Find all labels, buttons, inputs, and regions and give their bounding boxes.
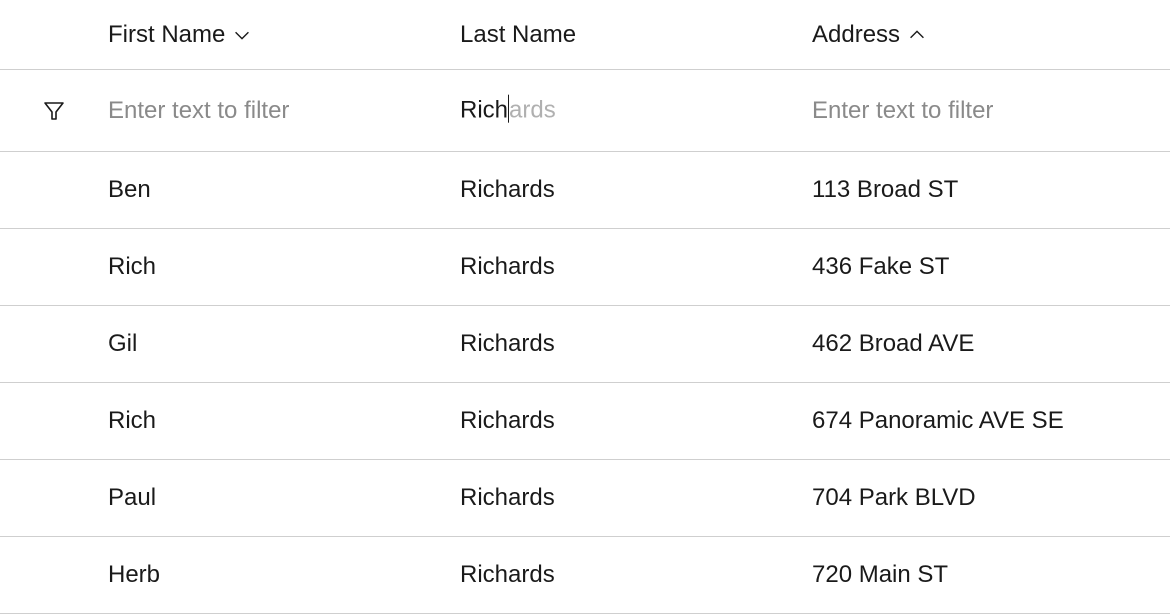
column-header-label: First Name	[108, 21, 225, 49]
column-header-last-name[interactable]: Last Name	[460, 21, 812, 49]
cell-last-name: Richards	[460, 330, 812, 358]
cell-first-name: Paul	[108, 484, 460, 512]
cell-last-name: Richards	[460, 561, 812, 589]
cell-address: 436 Fake ST	[812, 253, 1170, 281]
cell-address: 674 Panoramic AVE SE	[812, 407, 1170, 435]
table-row[interactable]: PaulRichards704 Park BLVD	[0, 460, 1170, 537]
column-header-first-name[interactable]: First Name	[108, 21, 460, 49]
table-row[interactable]: RichRichards674 Panoramic AVE SE	[0, 383, 1170, 460]
cell-last-name: Richards	[460, 176, 812, 204]
column-header-label: Address	[812, 21, 900, 49]
rows-container: BenRichards113 Broad STRichRichards436 F…	[0, 152, 1170, 614]
cell-first-name: Ben	[108, 176, 460, 204]
cell-first-name: Herb	[108, 561, 460, 589]
filter-cell-address	[812, 97, 1170, 125]
cell-address: 462 Broad AVE	[812, 330, 1170, 358]
filter-row: Richards	[0, 70, 1170, 152]
table-row[interactable]: GilRichards462 Broad AVE	[0, 306, 1170, 383]
column-header-address[interactable]: Address	[812, 21, 1170, 49]
filter-icon[interactable]	[0, 99, 108, 123]
cell-first-name: Rich	[108, 253, 460, 281]
data-grid: First Name Last Name Address	[0, 0, 1170, 614]
table-row[interactable]: BenRichards113 Broad ST	[0, 152, 1170, 229]
cell-first-name: Gil	[108, 330, 460, 358]
cell-last-name: Richards	[460, 253, 812, 281]
cell-last-name: Richards	[460, 407, 812, 435]
table-row[interactable]: RichRichards436 Fake ST	[0, 229, 1170, 306]
cell-last-name: Richards	[460, 484, 812, 512]
chevron-down-icon	[231, 24, 253, 46]
cell-address: 113 Broad ST	[812, 176, 1170, 204]
filter-input-address[interactable]	[812, 97, 1152, 125]
header-row: First Name Last Name Address	[0, 0, 1170, 70]
table-row[interactable]: HerbRichards720 Main ST	[0, 537, 1170, 614]
cell-first-name: Rich	[108, 407, 460, 435]
filter-cell-first-name	[108, 97, 460, 125]
cell-address: 720 Main ST	[812, 561, 1170, 589]
column-header-label: Last Name	[460, 21, 576, 49]
chevron-up-icon	[906, 24, 928, 46]
cell-address: 704 Park BLVD	[812, 484, 1170, 512]
autocomplete-ghost: Richards	[460, 96, 556, 125]
filter-input-first-name[interactable]	[108, 97, 442, 125]
text-caret	[508, 95, 509, 123]
